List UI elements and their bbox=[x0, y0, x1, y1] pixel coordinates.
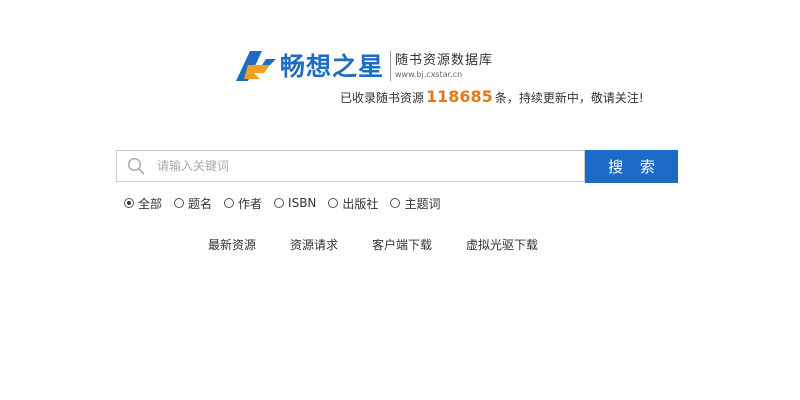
link-latest-resources[interactable]: 最新资源 bbox=[208, 236, 256, 253]
search-box bbox=[116, 150, 585, 182]
radio-author[interactable] bbox=[224, 198, 235, 208]
filter-publisher[interactable]: 出版社 bbox=[328, 195, 378, 212]
search-icon bbox=[127, 157, 145, 175]
filter-isbn[interactable]: ISBN bbox=[274, 196, 316, 210]
link-virtual-drive-download[interactable]: 虚拟光驱下载 bbox=[466, 236, 538, 253]
star-logo-icon bbox=[236, 51, 276, 81]
radio-publisher[interactable] bbox=[328, 198, 339, 208]
radio-title[interactable] bbox=[174, 198, 185, 208]
resource-count-tagline: 已收录随书资源 118685 条，持续更新中，敬请关注! bbox=[340, 86, 644, 109]
logo-subtitle: 随书资源数据库 bbox=[395, 52, 494, 68]
filter-label: 作者 bbox=[238, 196, 263, 211]
tagline-prefix: 已收录随书资源 bbox=[340, 91, 425, 105]
filter-title[interactable]: 题名 bbox=[174, 195, 212, 212]
radio-subject[interactable] bbox=[390, 198, 401, 208]
resource-count: 118685 bbox=[426, 87, 493, 106]
logo-name: 畅想之星 bbox=[280, 51, 385, 81]
filter-label: 出版社 bbox=[342, 196, 379, 211]
tagline-suffix: 条，持续更新中，敬请关注! bbox=[494, 91, 644, 105]
radio-isbn[interactable] bbox=[274, 198, 285, 208]
link-resource-request[interactable]: 资源请求 bbox=[290, 236, 338, 253]
quick-links: 最新资源 资源请求 客户端下载 虚拟光驱下载 bbox=[208, 235, 572, 253]
filter-label: ISBN bbox=[288, 196, 317, 210]
filter-label: 全部 bbox=[138, 196, 163, 211]
logo-sub: 随书资源数据库 www.bj.cxstar.cn bbox=[395, 53, 493, 80]
radio-all[interactable] bbox=[124, 198, 134, 208]
logo-url: www.bj.cxstar.cn bbox=[395, 69, 463, 79]
filter-all[interactable]: 全部 bbox=[124, 195, 162, 212]
filter-label: 主题词 bbox=[404, 196, 441, 211]
filter-author[interactable]: 作者 bbox=[224, 195, 262, 212]
search-input[interactable] bbox=[155, 151, 584, 181]
search-button[interactable]: 搜 索 bbox=[585, 150, 678, 183]
logo-divider bbox=[390, 51, 392, 81]
site-logo[interactable]: 畅想之星 随书资源数据库 www.bj.cxstar.cn bbox=[236, 46, 493, 86]
search-filter-group: 全部 题名 作者 ISBN 出版社 主题词 bbox=[124, 194, 452, 212]
link-client-download[interactable]: 客户端下载 bbox=[372, 236, 432, 253]
page: 畅想之星 随书资源数据库 www.bj.cxstar.cn 已收录随书资源 118… bbox=[0, 0, 800, 400]
filter-subject[interactable]: 主题词 bbox=[390, 195, 440, 212]
filter-label: 题名 bbox=[188, 196, 213, 211]
